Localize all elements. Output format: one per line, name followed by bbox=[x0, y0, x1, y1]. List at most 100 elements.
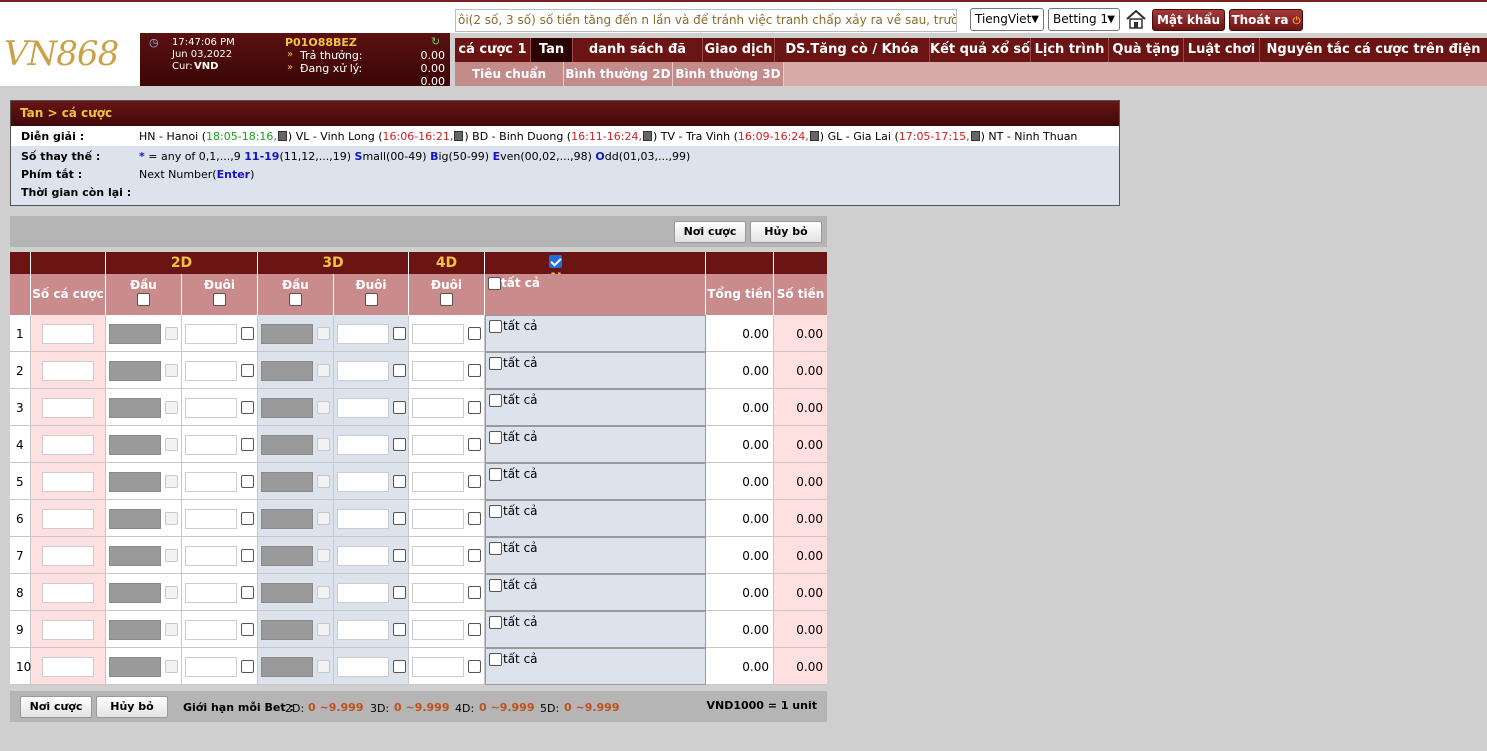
all-stations-row-checkbox[interactable] bbox=[489, 320, 502, 333]
4d-tail-checkbox[interactable] bbox=[468, 586, 481, 599]
nav-rules[interactable]: Luật chơi bbox=[1184, 38, 1260, 62]
bet-number-input[interactable] bbox=[42, 620, 94, 640]
password-button[interactable]: Mật khẩu bbox=[1152, 9, 1225, 31]
3d-tail-checkbox[interactable] bbox=[393, 327, 406, 340]
bet-number-input[interactable] bbox=[42, 472, 94, 492]
3d-tail-input[interactable] bbox=[337, 509, 389, 529]
all-stations-row-checkbox[interactable] bbox=[489, 394, 502, 407]
2d-tail-input[interactable] bbox=[185, 620, 237, 640]
4d-tail-input[interactable] bbox=[412, 398, 464, 418]
cancel-button[interactable]: Hủy bỏ bbox=[750, 221, 822, 243]
3d-tail-checkbox[interactable] bbox=[393, 475, 406, 488]
nav-gifts[interactable]: Quà tặng bbox=[1109, 38, 1184, 62]
all-stations-row-checkbox[interactable] bbox=[489, 542, 502, 555]
2d-tail-checkbox[interactable] bbox=[241, 586, 254, 599]
2d-tail-checkbox[interactable] bbox=[241, 660, 254, 673]
2d-tail-input[interactable] bbox=[185, 435, 237, 455]
refresh-icon[interactable]: ↻ bbox=[431, 35, 440, 48]
4d-tail-checkbox[interactable] bbox=[468, 512, 481, 525]
2d-tail-checkbox[interactable] bbox=[241, 438, 254, 451]
2d-tail-input[interactable] bbox=[185, 324, 237, 344]
place-bet-button-bottom[interactable]: Nơi cược bbox=[20, 696, 92, 718]
nav-bet-1[interactable]: cá cược 1 bbox=[455, 38, 531, 62]
all-stations-row-checkbox[interactable] bbox=[489, 431, 502, 444]
all-stations-row-checkbox[interactable] bbox=[489, 616, 502, 629]
region-n-checkbox[interactable] bbox=[549, 255, 562, 268]
subnav-standard[interactable]: Tiêu chuẩn bbox=[455, 62, 564, 86]
subnav-normal-2d[interactable]: Bình thường 2D bbox=[564, 62, 673, 86]
4d-tail-input[interactable] bbox=[412, 324, 464, 344]
3d-tail-checkbox[interactable] bbox=[393, 438, 406, 451]
3d-tail-input[interactable] bbox=[337, 546, 389, 566]
nav-commission-lock[interactable]: DS.Tăng cò / Khóa số bbox=[775, 38, 930, 81]
all-stations-row-checkbox[interactable] bbox=[489, 653, 502, 666]
all-stations-row-checkbox[interactable] bbox=[489, 468, 502, 481]
4d-tail-checkbox[interactable] bbox=[468, 327, 481, 340]
logout-button[interactable]: Thoát ra ⏻ bbox=[1229, 9, 1303, 31]
2d-tail-checkbox[interactable] bbox=[241, 475, 254, 488]
2d-tail-input[interactable] bbox=[185, 472, 237, 492]
nav-bet-list[interactable]: danh sách đã cược bbox=[573, 38, 703, 81]
4d-tail-checkbox[interactable] bbox=[468, 475, 481, 488]
4d-tail-input[interactable] bbox=[412, 583, 464, 603]
2d-tail-all-checkbox[interactable] bbox=[213, 293, 226, 306]
3d-tail-input[interactable] bbox=[337, 435, 389, 455]
2d-tail-checkbox[interactable] bbox=[241, 549, 254, 562]
bet-number-input[interactable] bbox=[42, 324, 94, 344]
bet-number-input[interactable] bbox=[42, 435, 94, 455]
betting-select[interactable]: Betting 1 ▼ bbox=[1048, 8, 1120, 31]
all-stations-row-checkbox[interactable] bbox=[489, 357, 502, 370]
2d-tail-checkbox[interactable] bbox=[241, 327, 254, 340]
2d-tail-checkbox[interactable] bbox=[241, 364, 254, 377]
4d-tail-input[interactable] bbox=[412, 435, 464, 455]
bet-number-input[interactable] bbox=[42, 398, 94, 418]
3d-tail-input[interactable] bbox=[337, 398, 389, 418]
2d-tail-checkbox[interactable] bbox=[241, 512, 254, 525]
bet-number-input[interactable] bbox=[42, 361, 94, 381]
all-stations-checkbox[interactable] bbox=[488, 277, 501, 290]
bet-number-input[interactable] bbox=[42, 546, 94, 566]
2d-tail-input[interactable] bbox=[185, 509, 237, 529]
4d-tail-input[interactable] bbox=[412, 620, 464, 640]
logo[interactable]: VN868 bbox=[4, 34, 119, 74]
4d-tail-checkbox[interactable] bbox=[468, 549, 481, 562]
2d-tail-input[interactable] bbox=[185, 361, 237, 381]
2d-tail-input[interactable] bbox=[185, 583, 237, 603]
2d-tail-checkbox[interactable] bbox=[241, 623, 254, 636]
subnav-normal-3d[interactable]: Bình thường 3D bbox=[673, 62, 784, 86]
bet-number-input[interactable] bbox=[42, 583, 94, 603]
3d-tail-input[interactable] bbox=[337, 472, 389, 492]
2d-tail-checkbox[interactable] bbox=[241, 401, 254, 414]
3d-tail-checkbox[interactable] bbox=[393, 512, 406, 525]
3d-tail-checkbox[interactable] bbox=[393, 586, 406, 599]
place-bet-button[interactable]: Nơi cược bbox=[674, 221, 746, 243]
4d-tail-input[interactable] bbox=[412, 509, 464, 529]
2d-tail-input[interactable] bbox=[185, 546, 237, 566]
nav-schedule[interactable]: Lịch trình bbox=[1031, 38, 1109, 62]
3d-tail-checkbox[interactable] bbox=[393, 364, 406, 377]
cancel-button-bottom[interactable]: Hủy bỏ bbox=[96, 696, 168, 718]
3d-tail-input[interactable] bbox=[337, 361, 389, 381]
language-select[interactable]: TiengViet ▼ bbox=[970, 8, 1044, 31]
2d-head-all-checkbox[interactable] bbox=[137, 293, 150, 306]
4d-tail-checkbox[interactable] bbox=[468, 401, 481, 414]
4d-tail-input[interactable] bbox=[412, 361, 464, 381]
nav-transactions[interactable]: Giao dịch bbox=[703, 38, 775, 62]
3d-head-all-checkbox[interactable] bbox=[289, 293, 302, 306]
nav-lottery-results[interactable]: Kết quả xổ số bbox=[930, 38, 1031, 62]
4d-tail-checkbox[interactable] bbox=[468, 623, 481, 636]
3d-tail-all-checkbox[interactable] bbox=[364, 293, 378, 306]
4d-tail-input[interactable] bbox=[412, 657, 464, 677]
4d-tail-input[interactable] bbox=[412, 472, 464, 492]
3d-tail-checkbox[interactable] bbox=[393, 623, 406, 636]
4d-tail-input[interactable] bbox=[412, 546, 464, 566]
4d-tail-checkbox[interactable] bbox=[468, 364, 481, 377]
3d-tail-input[interactable] bbox=[337, 324, 389, 344]
2d-tail-input[interactable] bbox=[185, 657, 237, 677]
4d-tail-all-checkbox[interactable] bbox=[440, 293, 453, 306]
3d-tail-input[interactable] bbox=[337, 583, 389, 603]
3d-tail-input[interactable] bbox=[337, 620, 389, 640]
nav-mobile-rules[interactable]: Nguyên tắc cá cược trên điện thoại bbox=[1260, 38, 1487, 81]
3d-tail-checkbox[interactable] bbox=[393, 549, 406, 562]
3d-tail-input[interactable] bbox=[337, 657, 389, 677]
